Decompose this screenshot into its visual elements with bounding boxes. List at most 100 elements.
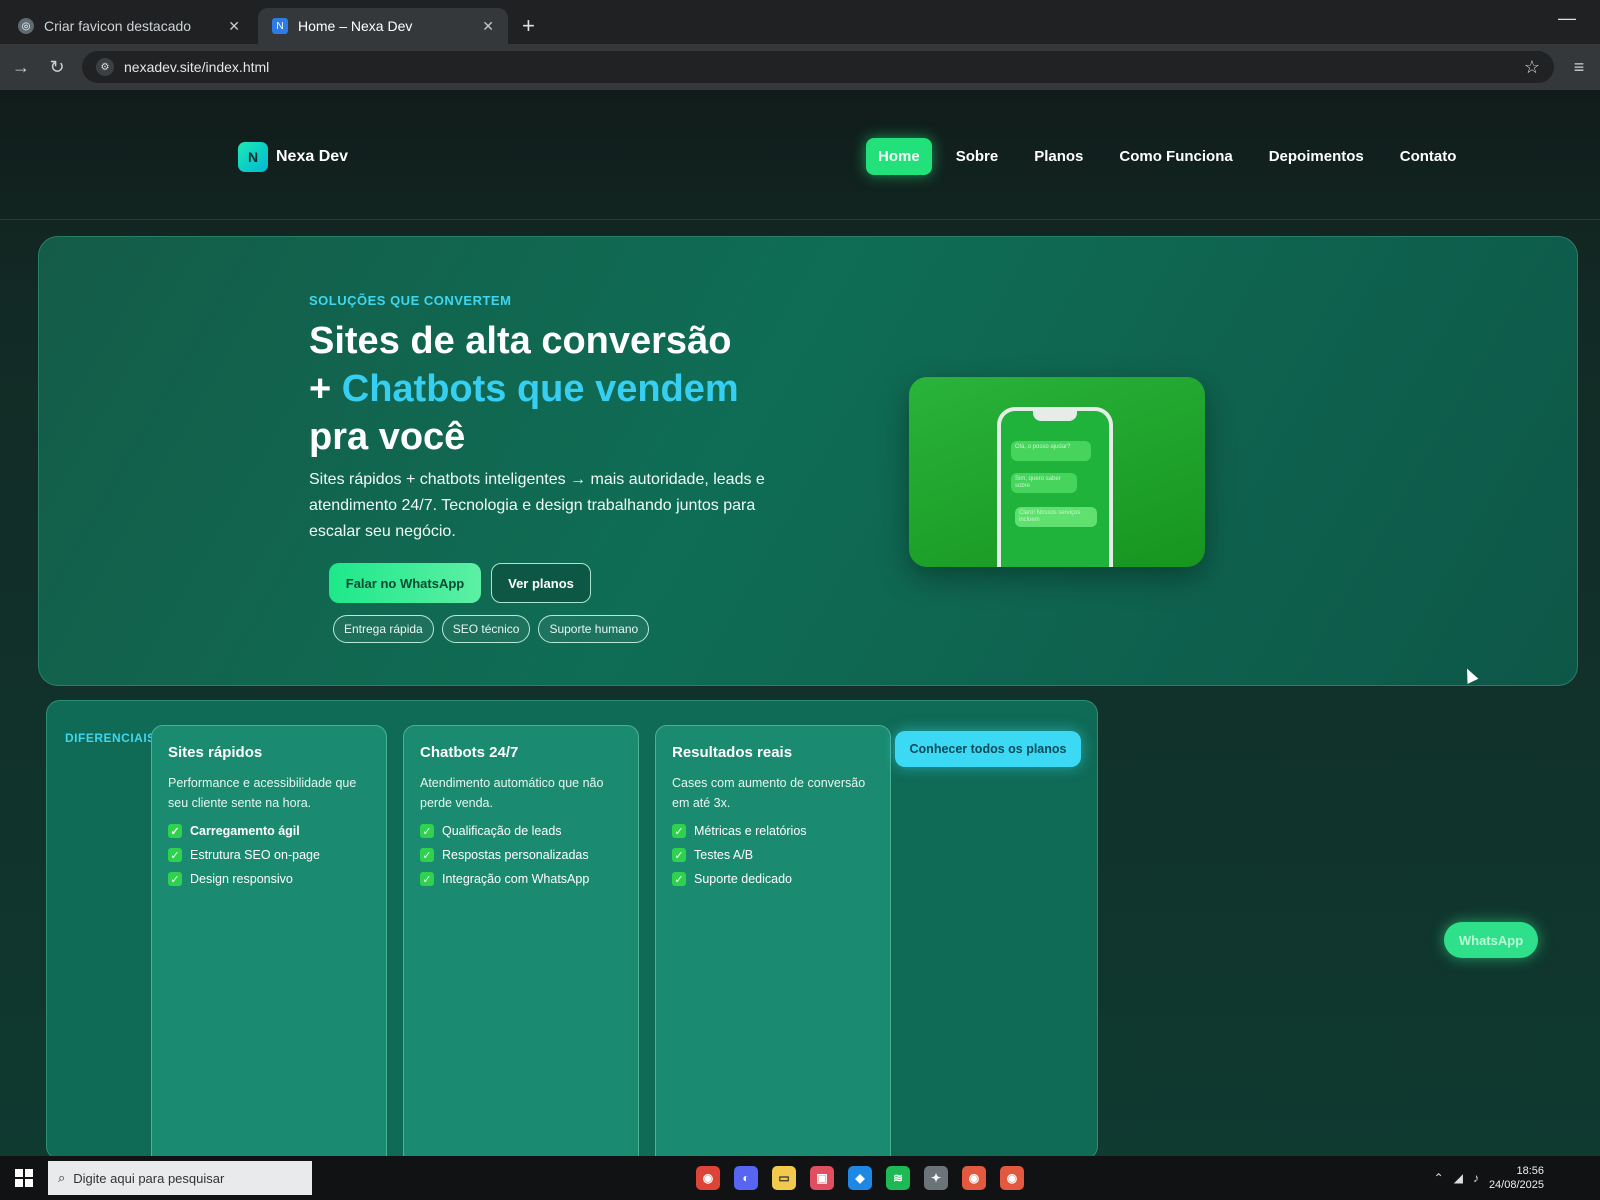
pinned-apps: ◉ ◐ ▭ ▣ ◆ ≋ ✦ ◉ ◉ [696,1156,1024,1200]
close-icon[interactable]: ✕ [228,18,240,35]
checkbox-icon: ✓ [672,824,686,838]
feature-item: ✓ Integração com WhatsApp [420,867,622,891]
windows-taskbar: ⌕ Digite aqui para pesquisar ◉ ◐ ▭ ▣ ◆ ≋… [0,1156,1600,1200]
site-header: N Nexa Dev Home Sobre Planos Como Funcio… [0,90,1600,220]
brand-mark-icon: N [238,142,268,172]
clock-date: 24/08/2025 [1488,1179,1544,1191]
feature-label: Estrutura SEO on-page [190,848,320,862]
main-nav: Home Sobre Planos Como Funciona Depoimen… [866,138,1468,175]
spotify-icon[interactable]: ≋ [886,1166,910,1190]
discord-icon[interactable]: ◐ [734,1166,758,1190]
all-plans-button[interactable]: Conhecer todos os planos [895,731,1081,767]
floating-whatsapp-button[interactable]: WhatsApp [1444,922,1538,958]
close-icon[interactable]: ✕ [482,18,494,35]
feature-item: ✓ Design responsivo [168,867,370,891]
feature-item: ✓ Métricas e relatórios [672,819,874,843]
feature-card-resultados: Resultados reais Cases com aumento de co… [655,725,891,1156]
windows-logo-icon [15,1169,33,1187]
photos-icon[interactable]: ▣ [810,1166,834,1190]
browser-tab-strip: ◎ Criar favicon destacado ✕ N Home – Nex… [0,0,1600,44]
nav-como-funciona[interactable]: Como Funciona [1107,138,1244,175]
url-text[interactable]: nexadev.site/index.html [124,59,1514,75]
checkbox-icon: ✓ [168,824,182,838]
tab-home-nexa-dev[interactable]: N Home – Nexa Dev ✕ [258,8,508,44]
feature-item: ✓ Respostas personalizadas [420,843,622,867]
address-bar[interactable]: ⚙ nexadev.site/index.html ☆ [82,51,1554,83]
vscode-icon[interactable]: ◆ [848,1166,872,1190]
checkbox-icon: ✓ [420,848,434,862]
hero-chips: Entrega rápida SEO técnico Suporte human… [333,615,650,643]
feature-item: ✓ Qualificação de leads [420,819,622,843]
feature-label: Carregamento ágil [190,824,300,838]
checkbox-icon: ✓ [672,848,686,862]
nav-sobre[interactable]: Sobre [944,138,1011,175]
hero-lead: Sites rápidos + chatbots inteligentes → … [309,471,765,540]
network-icon[interactable]: ◢ [1454,1171,1463,1185]
brand-name: Nexa Dev [276,148,349,165]
whatsapp-cta-button[interactable]: Falar no WhatsApp [329,563,481,603]
checkbox-icon: ✓ [420,824,434,838]
search-icon: ⌕ [58,1170,66,1185]
nav-contato[interactable]: Contato [1388,138,1469,175]
feature-card-sites-rapidos: Sites rápidos Performance e acessibilida… [151,725,387,1156]
address-toolbar: → ↻ ⚙ nexadev.site/index.html ☆ ≡ [0,44,1600,90]
file-explorer-icon[interactable]: ▭ [772,1166,796,1190]
feature-item: ✓ Suporte dedicado [672,867,874,891]
checkbox-icon: ✓ [168,848,182,862]
feature-card-chatbots: Chatbots 24/7 Atendimento automático que… [403,725,639,1156]
hero-section: SOLUÇÕES QUE CONVERTEM Sites de alta con… [38,236,1578,686]
tab-title: Home – Nexa Dev [298,18,413,34]
checkbox-icon: ✓ [168,872,182,886]
web-page: N Nexa Dev Home Sobre Planos Como Funcio… [0,90,1600,1156]
phone-notch [1033,411,1077,421]
card-title: Resultados reais [672,744,793,761]
forward-icon[interactable]: → [10,57,32,78]
hero-title-plus: + [309,368,342,410]
globe-icon: ◎ [18,18,34,34]
differentials-section: DIFERENCIAIS Sites rápidos Performance e… [46,700,1098,1156]
bookmark-star-icon[interactable]: ☆ [1524,57,1540,78]
feature-item: ✓ Testes A/B [672,843,874,867]
chip: SEO técnico [441,615,531,643]
chevron-up-icon[interactable]: ⌃ [1434,1171,1444,1185]
taskbar-search[interactable]: ⌕ Digite aqui para pesquisar [48,1161,312,1195]
tab-criar-favicon[interactable]: ◎ Criar favicon destacado ✕ [4,8,254,44]
phone-illustration: Olá, o posso ajudar? Sim, quero saber so… [997,407,1113,567]
hero-title-line1: Sites de alta conversão [309,320,732,362]
feature-label: Métricas e relatórios [694,824,807,838]
chip: Entrega rápida [333,615,434,643]
nav-planos[interactable]: Planos [1022,138,1095,175]
chat-bubble: Sim, quero saber sobre [1011,473,1077,493]
start-button[interactable] [0,1156,48,1200]
feature-label: Respostas personalizadas [442,848,589,862]
minimize-icon[interactable]: — [1558,8,1576,29]
app-icon[interactable]: ✦ [924,1166,948,1190]
chrome-profile-icon[interactable]: ◉ [962,1166,986,1190]
clock-time: 18:56 [1516,1165,1544,1177]
differentials-label: DIFERENCIAIS [65,731,156,745]
feature-label: Integração com WhatsApp [442,872,590,886]
reading-list-icon[interactable]: ≡ [1568,57,1590,78]
clock[interactable]: 18:56 24/08/2025 [1489,1164,1544,1192]
feature-label: Testes A/B [694,848,754,862]
brand-logo[interactable]: N Nexa Dev [238,142,348,172]
phone-mockup-card: Olá, o posso ajudar? Sim, quero saber so… [909,377,1205,567]
chip: Suporte humano [538,615,650,643]
checkbox-icon: ✓ [420,872,434,886]
card-description: Atendimento automático que não perde ven… [420,776,604,810]
feature-label: Qualificação de leads [442,824,562,838]
card-title: Sites rápidos [168,744,263,761]
nav-depoimentos[interactable]: Depoimentos [1257,138,1376,175]
card-description: Cases com aumento de conversão em até 3x… [672,776,866,810]
chrome-icon[interactable]: ◉ [696,1166,720,1190]
site-info-icon[interactable]: ⚙ [96,58,114,76]
feature-item: ✓ Estrutura SEO on-page [168,843,370,867]
volume-icon[interactable]: ♪ [1473,1171,1479,1185]
tab-title: Criar favicon destacado [44,18,192,34]
view-plans-button[interactable]: Ver planos [491,563,591,603]
hero-title-accent: Chatbots que vendem [341,368,739,410]
new-tab-button[interactable]: + [512,8,545,44]
reload-icon[interactable]: ↻ [46,57,68,78]
nav-home[interactable]: Home [866,138,932,175]
chrome-profile-icon[interactable]: ◉ [1000,1166,1024,1190]
